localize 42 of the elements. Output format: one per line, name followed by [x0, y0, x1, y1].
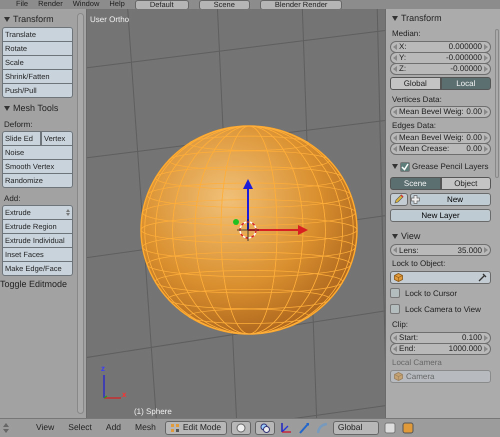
panel-title[interactable]: Transform: [13, 14, 54, 24]
panel-title[interactable]: View: [401, 230, 420, 242]
section-label: Median:: [391, 28, 422, 40]
new-layer-button[interactable]: New Layer: [390, 208, 491, 222]
axis-label: x: [122, 390, 126, 400]
section-label: Vertices Data:: [391, 94, 443, 106]
axis-label: z: [101, 364, 105, 374]
3d-viewport[interactable]: User Ortho z x (1) Sphere: [87, 9, 385, 418]
section-label: Add:: [3, 192, 22, 205]
panel-title[interactable]: Grease Pencil Layers: [412, 162, 488, 172]
number-field[interactable]: Mean Crease: 0.00: [390, 142, 491, 155]
menu-item[interactable]: View: [31, 423, 60, 433]
number-field[interactable]: Mean Bevel Weig: 0.00: [390, 132, 491, 144]
section-label: Clip:: [391, 319, 410, 332]
orientation-dropdown[interactable]: Global: [332, 421, 379, 435]
toggle-tab[interactable]: Local: [440, 76, 491, 90]
toggle-tab[interactable]: Global: [390, 76, 440, 90]
section-label: Deform:: [3, 118, 34, 131]
checkbox-label: Lock Camera to View: [405, 304, 481, 314]
number-field[interactable]: Y: -0.000000: [390, 52, 491, 64]
toggle-tab[interactable]: Scene: [390, 176, 440, 190]
object-name-label: (1) Sphere: [134, 407, 172, 416]
panel-title[interactable]: Transform: [401, 13, 442, 24]
menu-item[interactable]: Select: [63, 423, 97, 433]
panel-title[interactable]: Mesh Tools: [13, 103, 58, 114]
mode-dropdown[interactable]: Edit Mode: [164, 421, 227, 435]
section-label: Edges Data:: [391, 120, 438, 132]
number-field[interactable]: X: 0.000000: [390, 40, 491, 53]
toggle-tab[interactable]: Object: [440, 176, 491, 190]
number-field[interactable]: Mean Bevel Weig: 0.00: [390, 106, 491, 118]
operator-title[interactable]: Toggle Editmode: [0, 279, 73, 290]
number-field[interactable]: Start: 0.100: [390, 332, 491, 344]
menu-item[interactable]: Mesh: [130, 423, 161, 433]
number-field[interactable]: Lens: 35.000: [390, 244, 491, 256]
number-field[interactable]: End: 1000.000: [390, 342, 491, 355]
checkbox-label: Lock to Cursor: [405, 288, 458, 298]
new-button[interactable]: New: [410, 192, 491, 206]
section-label: Lock to Object:: [391, 258, 446, 270]
view-name-label: User Ortho: [90, 15, 130, 24]
number-field[interactable]: Z: -0.00000: [390, 62, 491, 75]
section-label: Local Camera: [391, 356, 443, 369]
menu-item[interactable]: Add: [100, 423, 126, 433]
